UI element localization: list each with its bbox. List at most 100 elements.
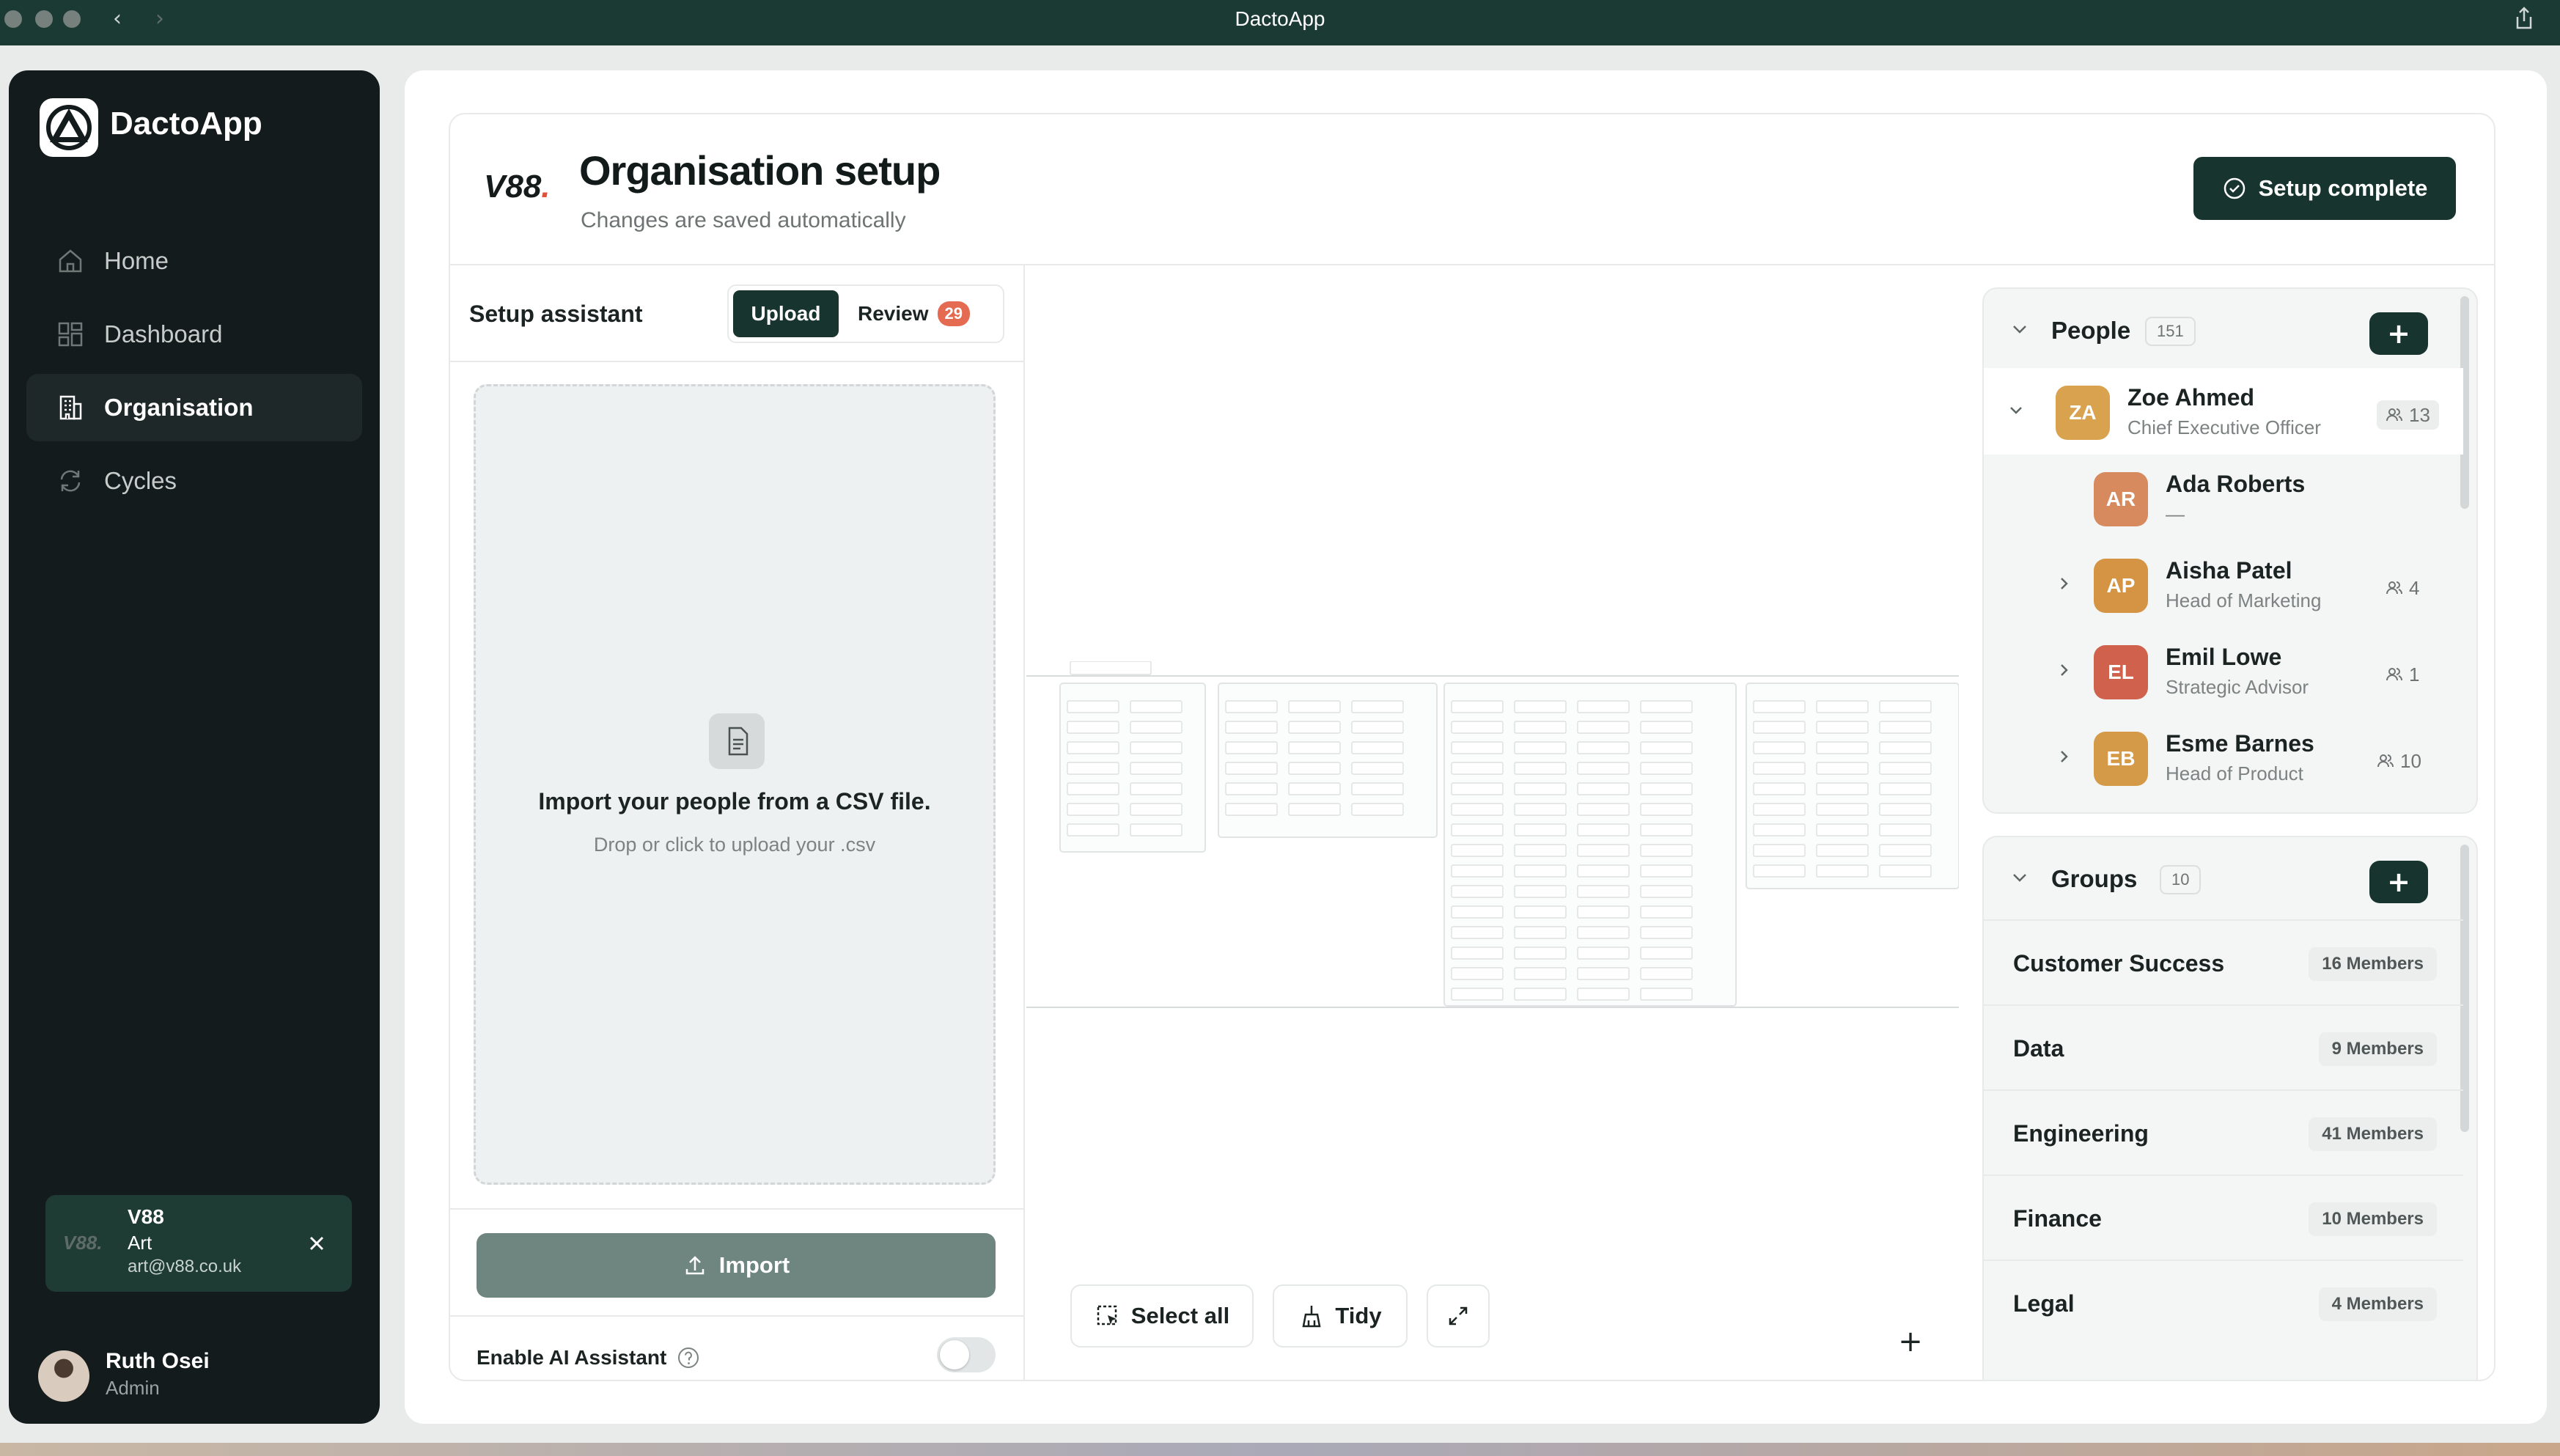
expand-button[interactable] <box>1427 1284 1490 1347</box>
setup-complete-button[interactable]: Setup complete <box>2193 157 2456 220</box>
organisation-setup-card: V88. Organisation setup Changes are save… <box>449 113 2495 1381</box>
chevron-down-icon[interactable] <box>2006 400 2026 421</box>
group-row[interactable]: Finance 10 Members <box>1984 1174 2463 1260</box>
avatar-initials: EL <box>2108 661 2134 683</box>
tab-upload[interactable]: Upload <box>733 290 839 337</box>
reports-count-value: 1 <box>2409 663 2420 685</box>
org-node <box>1514 721 1567 734</box>
org-node <box>1514 700 1567 713</box>
org-node <box>1577 803 1630 816</box>
chevron-down-icon[interactable] <box>2009 318 2031 340</box>
people-icon <box>2386 408 2402 422</box>
org-node <box>1640 864 1693 878</box>
avatar: AR <box>2094 472 2148 526</box>
import-button[interactable]: Import <box>477 1233 996 1298</box>
org-node <box>1816 741 1869 754</box>
people-icon <box>2377 754 2394 768</box>
page-subtitle: Changes are saved automatically <box>581 208 906 232</box>
import-button-label: Import <box>718 1252 790 1278</box>
org-node <box>1067 741 1119 754</box>
group-row[interactable]: Legal 4 Members <box>1984 1260 2463 1345</box>
close-icon[interactable] <box>302 1229 331 1258</box>
company-logo: V88. <box>484 169 551 205</box>
csv-dropzone[interactable]: Import your people from a CSV file. Drop… <box>474 384 996 1185</box>
chevron-down-icon[interactable] <box>2009 867 2031 889</box>
org-node <box>1225 762 1278 775</box>
user-name: Ruth Osei <box>106 1349 210 1373</box>
reports-count: 4 <box>2386 573 2419 603</box>
org-node <box>1514 782 1567 795</box>
org-node <box>1067 803 1119 816</box>
zoom-out-button[interactable]: − <box>1887 1365 1934 1380</box>
organisation-card[interactable]: V88. V88 Art art@v88.co.uk <box>45 1195 352 1292</box>
assistant-tabs: Upload Review 29 <box>727 284 1004 343</box>
org-node <box>1130 823 1182 837</box>
org-node <box>1288 762 1341 775</box>
org-node <box>1451 844 1504 857</box>
sidebar-item-dashboard[interactable]: Dashboard <box>26 301 362 368</box>
org-node <box>1816 762 1869 775</box>
chevron-right-icon[interactable] <box>2054 573 2075 594</box>
person-row-esme-barnes[interactable]: EB Esme Barnes Head of Product 10 <box>1984 714 2463 801</box>
person-row-ada-roberts[interactable]: AR Ada Roberts — <box>1984 455 2463 541</box>
avatar: EL <box>2094 645 2148 699</box>
brand-logo-icon[interactable] <box>40 98 98 157</box>
org-node <box>1288 782 1341 795</box>
sidebar-item-organisation[interactable]: Organisation <box>26 374 362 441</box>
org-node <box>1514 946 1567 960</box>
tab-review[interactable]: Review 29 <box>858 290 970 337</box>
person-name: Esme Barnes <box>2166 730 2314 757</box>
group-row[interactable]: Data 9 Members <box>1984 1004 2463 1089</box>
tidy-button[interactable]: Tidy <box>1273 1284 1408 1347</box>
select-all-label: Select all <box>1130 1303 1230 1328</box>
avatar-initials: EB <box>2106 747 2136 770</box>
org-node <box>1577 762 1630 775</box>
sidebar-item-cycles[interactable]: Cycles <box>26 447 362 515</box>
sidebar-item-label: Dashboard <box>104 320 223 348</box>
org-node <box>1351 721 1404 734</box>
org-node <box>1514 885 1567 898</box>
toggle-knob <box>940 1340 969 1369</box>
avatar-initials: ZA <box>2069 401 2097 424</box>
org-node <box>1451 967 1504 980</box>
refresh-icon <box>60 470 81 492</box>
org-chart-canvas[interactable]: Select all Tidy + − <box>1026 265 1959 1380</box>
avatar[interactable] <box>38 1350 89 1402</box>
broom-icon <box>1302 1306 1321 1328</box>
org-node <box>1451 988 1504 1001</box>
group-name: Customer Success <box>2013 950 2225 977</box>
org-node <box>1816 844 1869 857</box>
person-row-aisha-patel[interactable]: AP Aisha Patel Head of Marketing 4 <box>1984 541 2463 628</box>
person-row-zoe-ahmed[interactable]: ZA Zoe Ahmed Chief Executive Officer 13 <box>1984 368 2463 455</box>
reports-count: 10 <box>2377 746 2421 776</box>
chevron-right-icon[interactable] <box>2054 660 2075 680</box>
help-icon[interactable] <box>677 1346 700 1369</box>
tab-review-label: Review <box>858 302 929 325</box>
org-node <box>1879 762 1932 775</box>
group-row[interactable]: Customer Success 16 Members <box>1984 919 2463 1004</box>
select-all-button[interactable]: Select all <box>1070 1284 1254 1347</box>
people-title: People <box>2051 317 2131 344</box>
share-icon[interactable] <box>2513 6 2535 31</box>
sidebar-item-home[interactable]: Home <box>26 227 362 295</box>
org-node <box>1451 885 1504 898</box>
org-node <box>1753 782 1806 795</box>
org-node <box>1225 721 1278 734</box>
add-group-button[interactable]: + <box>2369 861 2428 903</box>
home-icon <box>59 249 82 273</box>
group-name: Finance <box>2013 1205 2102 1232</box>
org-logo: V88. <box>63 1232 103 1254</box>
org-node <box>1816 700 1869 713</box>
person-row-emil-lowe[interactable]: EL Emil Lowe Strategic Advisor 1 <box>1984 628 2463 714</box>
org-node <box>1514 926 1567 939</box>
zoom-in-button[interactable]: + <box>1887 1320 1934 1364</box>
setup-assistant-panel: Setup assistant Upload Review 29 Import … <box>450 265 1025 1380</box>
org-chart-preview[interactable] <box>1026 661 1959 1010</box>
chevron-right-icon[interactable] <box>2054 746 2075 767</box>
group-row[interactable]: Engineering 41 Members <box>1984 1089 2463 1174</box>
add-person-button[interactable]: + <box>2369 312 2428 355</box>
person-name: Zoe Ahmed <box>2127 384 2255 411</box>
org-node <box>1577 905 1630 919</box>
ai-assistant-toggle[interactable] <box>937 1337 996 1372</box>
org-node <box>1753 803 1806 816</box>
